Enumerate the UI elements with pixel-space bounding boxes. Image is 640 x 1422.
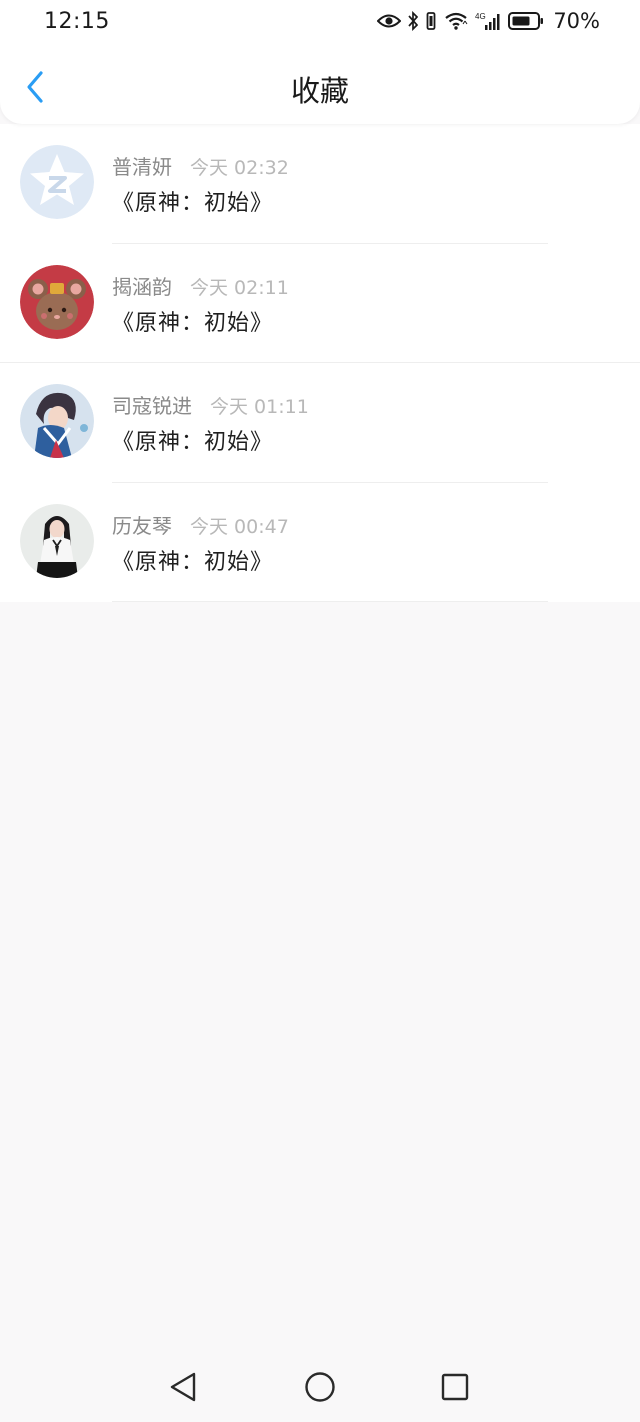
vibrate-icon [426,12,436,30]
favorite-item[interactable]: 司寇锐进 今天 01:11 《原神：初始》 [0,363,640,483]
back-triangle-icon[interactable] [166,1370,200,1404]
item-timestamp: 今天 02:32 [190,157,289,179]
svg-text:4G: 4G [475,12,486,21]
item-meta: 普清妍 今天 02:32 [112,151,289,180]
signal-icon: 4G [475,12,500,30]
item-timestamp: 今天 02:11 [190,276,289,299]
item-content: 《原神：初始》 [112,310,274,336]
item-timestamp: 今天 00:47 [190,515,289,538]
girl-photo-avatar [20,503,94,578]
cartoon-mouse-avatar [20,264,94,339]
recents-square-icon[interactable] [438,1370,472,1404]
favorite-item[interactable]: 揭涵韵 今天 02:11 《原神：初始》 [0,244,640,364]
home-circle-icon[interactable] [303,1370,337,1404]
battery-percent: 70% [553,9,600,33]
bluetooth-icon [408,11,419,31]
anime-girl-avatar [20,384,94,458]
status-icons: 4G 70% [377,9,600,33]
sender-name: 司寇锐进 [112,394,192,418]
favorite-item[interactable]: 历友琴 今天 00:47 《原神：初始》 [0,483,640,603]
item-content: 《原神：初始》 [112,549,274,575]
eye-icon [377,14,402,28]
sender-name: 历友琴 [112,513,172,538]
item-content: 《原神：初始》 [112,430,274,455]
battery-icon [508,12,544,30]
sender-name: 普清妍 [112,155,172,179]
top-header: 12:15 4G 70% 收藏 [0,0,640,124]
favorite-item[interactable]: 普清妍 今天 02:32 《原神：初始》 [0,124,640,244]
wifi-icon [445,12,468,30]
item-timestamp: 今天 01:11 [210,396,309,418]
system-nav-bar [0,1352,640,1422]
qq-logo-avatar [20,145,94,219]
item-content: 《原神：初始》 [112,191,274,216]
item-meta: 历友琴 今天 00:47 [112,510,289,539]
favorites-list: 普清妍 今天 02:32 《原神：初始》 揭涵韵 今天 02:11 《原神：初始… [0,124,640,602]
sender-name: 揭涵韵 [112,274,172,299]
status-time: 12:15 [44,8,110,34]
page-title: 收藏 [290,74,349,108]
item-meta: 揭涵韵 今天 02:11 [112,271,289,300]
item-meta: 司寇锐进 今天 01:11 [112,390,309,419]
status-bar: 12:15 4G 70% [0,0,640,42]
